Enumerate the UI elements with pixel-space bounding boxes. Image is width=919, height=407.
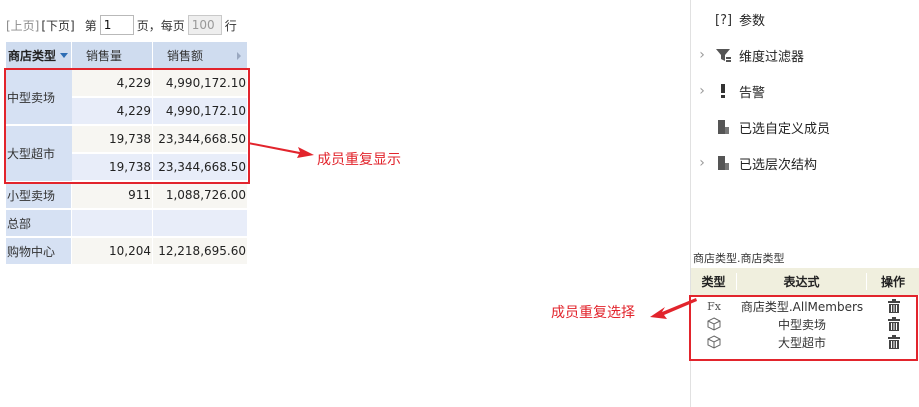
sales-qty-cell [72,210,153,237]
sales-amt-cell: 1,088,726.00 [153,182,248,209]
svg-text:[?]: [?] [715,13,732,27]
filter-icon [713,46,733,64]
panel-item-label: 维度过滤器 [739,49,805,65]
header-sales-qty[interactable]: 销售量 [72,42,153,69]
hierarchy-icon [713,154,733,172]
duplicate-members-highlight [4,68,250,184]
sales-qty-cell: 911 [72,182,153,209]
panel-item-label: 告警 [739,85,766,101]
panel-item-params[interactable]: [?] 参数 [691,8,765,30]
member-icon [713,118,733,136]
sort-desc-icon[interactable] [60,52,69,58]
page-suffix-label: 页，每页 [136,18,185,33]
sales-qty-cell: 10,204 [72,238,153,265]
chevron-right-icon[interactable]: › [695,83,709,99]
duplicate-display-note: 成员重复显示 [317,152,401,168]
expression-header-row: 类型 表达式 操作 [691,268,919,295]
sales-amt-cell: 12,218,695.60 [153,238,248,265]
help-bracket-icon: [?] [713,10,733,28]
prev-page-link[interactable]: [上页] [6,17,39,34]
page-number-input[interactable]: 1 [99,15,134,35]
header-store-type-label: 商店类型 [8,48,57,63]
sales-amt-cell [153,210,248,237]
panel-item-alert[interactable]: › 告警 [691,80,765,102]
panel-item-label: 已选层次结构 [739,157,818,173]
header-expression: 表达式 [737,273,867,290]
chevron-right-icon[interactable] [237,52,241,60]
header-sales-qty-label: 销售量 [86,48,123,63]
panel-item-label: 参数 [739,13,766,29]
duplicate-selection-highlight [689,295,918,361]
report-view: [上页] [下页] 第 1 页，每页 100 行 商店类型 销售量 销售额 中型… [0,0,919,407]
alert-icon [713,82,733,100]
expression-table-title: 商店类型.商店类型 [693,252,785,265]
pivot-header-row: 商店类型 销售量 销售额 [6,42,248,69]
header-type: 类型 [691,273,737,290]
chevron-right-icon[interactable]: › [695,155,709,171]
page-prefix-label: 第 [84,18,97,33]
dim-cell-small[interactable]: 小型卖场 [6,182,72,209]
annotation-arrow-icon [248,142,314,158]
panel-item-custom-members[interactable]: 已选自定义成员 [691,116,830,138]
dim-cell-mall[interactable]: 购物中心 [6,238,72,265]
chevron-right-icon[interactable]: › [695,47,709,63]
pager: [上页] [下页] 第 1 页，每页 100 行 [6,14,240,36]
header-store-type[interactable]: 商店类型 [6,42,72,69]
panel-item-hierarchy[interactable]: › 已选层次结构 [691,152,817,174]
table-row: 购物中心 10,204 12,218,695.60 [6,238,248,265]
duplicate-select-note: 成员重复选择 [551,305,635,321]
dim-cell-hq[interactable]: 总部 [6,210,72,237]
table-row: 总部 [6,210,248,237]
table-row: 小型卖场 911 1,088,726.00 [6,182,248,209]
panel-item-dimension-filter[interactable]: › 维度过滤器 [691,44,804,66]
page-size-input[interactable]: 100 [187,15,222,35]
row-suffix-label: 行 [224,18,237,33]
next-page-link[interactable]: [下页] [41,17,74,34]
header-action: 操作 [867,273,919,290]
header-sales-amt-label: 销售额 [167,48,204,63]
header-sales-amt[interactable]: 销售额 [153,42,248,69]
panel-item-label: 已选自定义成员 [739,121,831,137]
